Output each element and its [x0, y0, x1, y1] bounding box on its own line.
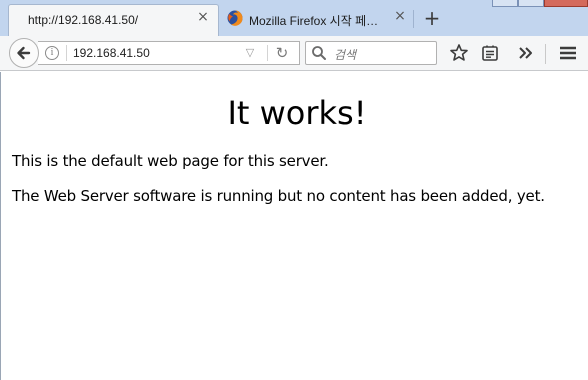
- tab-close-icon[interactable]: ×: [196, 10, 210, 24]
- navigation-toolbar: i 192.168.41.50 ▽ ↻ 검색: [0, 36, 588, 71]
- paragraph-no-content: The Web Server software is running but n…: [12, 187, 545, 205]
- search-placeholder: 검색: [334, 48, 357, 62]
- overflow-chevron-icon[interactable]: [516, 43, 536, 63]
- tab-title: Mozilla Firefox 시작 페…: [249, 14, 379, 28]
- toolbar-separator: [545, 44, 546, 64]
- page-content: It works! This is the default web page f…: [0, 72, 588, 380]
- window-controls: [492, 0, 588, 7]
- back-arrow-icon: [17, 46, 31, 60]
- new-tab-button[interactable]: +: [422, 8, 442, 28]
- tab-firefox-start[interactable]: Mozilla Firefox 시작 페… ×: [221, 4, 414, 36]
- hamburger-menu-icon[interactable]: [558, 43, 578, 63]
- url-divider: [66, 45, 67, 61]
- back-button[interactable]: [9, 38, 39, 68]
- url-divider: [267, 45, 268, 61]
- page-title: It works!: [227, 94, 367, 132]
- window-close-button[interactable]: [544, 0, 588, 7]
- firefox-logo-icon: [227, 10, 243, 26]
- tab-strip: http://192.168.41.50/ × Mozilla Firefox …: [0, 0, 588, 36]
- tab-separator: [413, 10, 414, 28]
- tab-title: http://192.168.41.50/: [28, 13, 139, 27]
- paragraph-default-page: This is the default web page for this se…: [12, 152, 329, 170]
- info-icon[interactable]: i: [45, 46, 59, 60]
- reload-icon[interactable]: ↻: [274, 45, 290, 61]
- url-bar[interactable]: i 192.168.41.50 ▽ ↻: [38, 41, 300, 65]
- search-bar[interactable]: 검색: [305, 41, 437, 65]
- url-text[interactable]: 192.168.41.50: [73, 46, 150, 60]
- reading-list-icon[interactable]: [480, 43, 500, 63]
- tab-close-icon[interactable]: ×: [393, 9, 407, 23]
- tab-active[interactable]: http://192.168.41.50/ ×: [8, 4, 219, 36]
- maximize-button[interactable]: [518, 0, 544, 7]
- minimize-button[interactable]: [492, 0, 518, 7]
- dropmarker-icon[interactable]: ▽: [244, 47, 256, 59]
- search-icon: [312, 46, 326, 60]
- bookmark-star-icon[interactable]: [449, 43, 469, 63]
